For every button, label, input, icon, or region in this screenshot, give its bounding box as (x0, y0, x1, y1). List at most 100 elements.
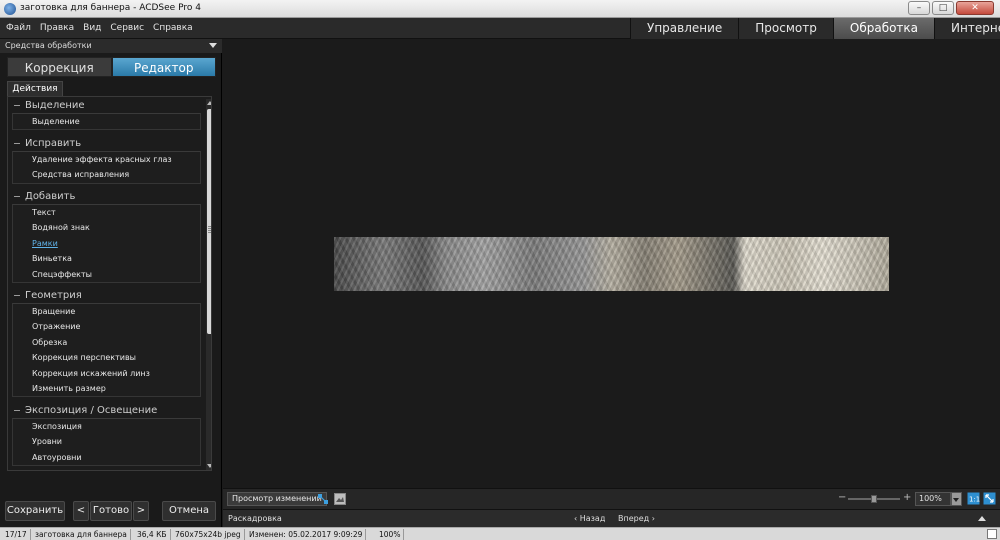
group-title: Геометрия (25, 290, 82, 301)
group-title: Добавить (25, 191, 76, 202)
tab-view[interactable]: Просмотр (738, 18, 833, 39)
action-item[interactable]: Водяной знак (13, 220, 200, 235)
action-item[interactable]: Изменить размер (13, 381, 200, 396)
fit-to-window-icon[interactable] (983, 492, 996, 505)
grip-icon (208, 226, 211, 234)
zoom-value-field[interactable]: 100% (915, 492, 951, 506)
yarn-banner-image[interactable] (334, 237, 889, 291)
group-header[interactable]: Экспозиция / Освещение (12, 404, 201, 418)
svg-text:1:1: 1:1 (969, 496, 980, 504)
status-dimensions: 760x75x24b jpeg (172, 529, 245, 540)
action-item[interactable]: Экспозиция (13, 419, 200, 434)
action-item[interactable]: Вращение (13, 304, 200, 319)
group-title: Экспозиция / Освещение (25, 405, 158, 416)
group-items: Экспозиция Уровни Автоуровни (12, 418, 201, 467)
action-item[interactable]: Текст (13, 205, 200, 220)
menu-edit[interactable]: Правка (40, 23, 74, 33)
save-button[interactable]: Сохранить (5, 501, 65, 521)
status-filename: заготовка для баннера (32, 529, 131, 540)
image-texture-overlay (334, 237, 889, 291)
status-zoom: 100% (376, 529, 405, 540)
expand-filmstrip-icon[interactable] (978, 516, 986, 521)
cancel-button[interactable]: Отмена (162, 501, 216, 521)
title-bar: заготовка для баннера - ACDSee Pro 4 – □… (0, 0, 1000, 18)
image-icon[interactable] (334, 493, 346, 505)
window-title: заготовка для баннера - ACDSee Pro 4 (20, 3, 201, 13)
actions-scrollbar[interactable] (206, 99, 211, 470)
action-item[interactable]: Отражение (13, 319, 200, 334)
zoom-slider[interactable] (848, 495, 900, 503)
menu-file[interactable]: Файл (6, 23, 31, 33)
group-fix: Исправить Удаление эффекта красных глаз … (12, 137, 201, 184)
action-item-frames[interactable]: Рамки (13, 236, 200, 251)
group-add: Добавить Текст Водяной знак Рамки Виньет… (12, 190, 201, 283)
view-changes-button[interactable]: Просмотр изменений (227, 492, 327, 506)
menu-tools[interactable]: Сервис (110, 23, 144, 33)
group-header[interactable]: Исправить (12, 137, 201, 151)
edit-tools-panel: Средства обработки Коррекция Редактор Де… (0, 39, 222, 527)
panel-title: Средства обработки (5, 41, 92, 50)
resize-grip-icon[interactable] (987, 529, 997, 539)
action-item[interactable]: Удаление эффекта красных глаз (13, 152, 200, 167)
editor-mode-button[interactable]: Редактор (111, 57, 216, 77)
previous-button[interactable]: < (73, 501, 89, 521)
action-item[interactable]: Автоуровни (13, 450, 200, 465)
back-button[interactable]: ‹ Назад (574, 514, 605, 523)
action-item[interactable]: Коррекция перспективы (13, 350, 200, 365)
forward-button[interactable]: Вперед › (618, 514, 655, 523)
collapse-icon[interactable] (14, 196, 20, 197)
action-item[interactable]: Средства исправления (13, 167, 200, 182)
tab-manage[interactable]: Управление (630, 18, 739, 39)
next-button[interactable]: > (133, 501, 149, 521)
zoom-dropdown-icon[interactable] (951, 492, 962, 506)
scroll-down-icon[interactable] (207, 464, 211, 468)
group-title: Исправить (25, 138, 82, 149)
status-filesize: 36,4 КБ (134, 529, 171, 540)
scroll-up-icon[interactable] (207, 101, 211, 105)
group-items: Текст Водяной знак Рамки Виньетка Спецэф… (12, 204, 201, 283)
dropdown-arrow-icon[interactable] (209, 43, 217, 48)
zoom-in-button[interactable]: + (903, 492, 911, 503)
group-header[interactable]: Геометрия (12, 289, 201, 303)
mode-tabs: Управление Просмотр Обработка Интернет (630, 18, 1000, 39)
action-item[interactable]: Спецэффекты (13, 267, 200, 282)
group-items: Выделение (12, 113, 201, 131)
status-bar: 17/17 заготовка для баннера 36,4 КБ 760x… (0, 527, 1000, 540)
filmstrip-label[interactable]: Раскадровка (228, 514, 282, 523)
action-item[interactable]: Уровни (13, 434, 200, 449)
action-item[interactable]: Обрезка (13, 335, 200, 350)
scroll-thumb[interactable] (207, 109, 211, 334)
tab-actions[interactable]: Действия (7, 81, 63, 97)
menu-view[interactable]: Вид (83, 23, 101, 33)
maximize-button[interactable]: □ (932, 1, 954, 15)
group-geometry: Геометрия Вращение Отражение Обрезка Кор… (12, 289, 201, 398)
collapse-icon[interactable] (14, 143, 20, 144)
minimize-button[interactable]: – (908, 1, 930, 15)
collapse-icon[interactable] (14, 105, 20, 106)
actual-size-icon[interactable]: 1:1 (967, 492, 980, 505)
collapse-icon[interactable] (14, 410, 20, 411)
status-modified: Изменен: 05.02.2017 9:09:29 (246, 529, 367, 540)
mode-switch: Коррекция Редактор (7, 57, 216, 77)
tab-online[interactable]: Интернет (934, 18, 1000, 39)
correction-mode-button[interactable]: Коррекция (7, 57, 112, 77)
action-item[interactable]: Выделение (13, 114, 200, 129)
group-header[interactable]: Выделение (12, 99, 201, 113)
done-button[interactable]: Готово (90, 501, 132, 521)
panel-buttons: Сохранить < Готово > Отмена (0, 501, 222, 521)
action-item[interactable]: Коррекция искажений линз (13, 366, 200, 381)
close-button[interactable]: ✕ (956, 1, 994, 15)
action-item[interactable]: Виньетка (13, 251, 200, 266)
zoom-out-button[interactable]: − (838, 492, 846, 503)
tab-process[interactable]: Обработка (832, 18, 935, 39)
zoom-slider-thumb[interactable] (871, 495, 877, 503)
window-controls: – □ ✕ (908, 1, 994, 15)
group-header[interactable]: Добавить (12, 190, 201, 204)
collapse-icon[interactable] (14, 295, 20, 296)
compare-icon[interactable] (317, 493, 329, 505)
group-selection: Выделение Выделение (12, 99, 201, 131)
group-items: Вращение Отражение Обрезка Коррекция пер… (12, 303, 201, 398)
group-title: Выделение (25, 100, 85, 111)
menu-help[interactable]: Справка (153, 23, 193, 33)
panel-header[interactable]: Средства обработки (0, 39, 222, 53)
